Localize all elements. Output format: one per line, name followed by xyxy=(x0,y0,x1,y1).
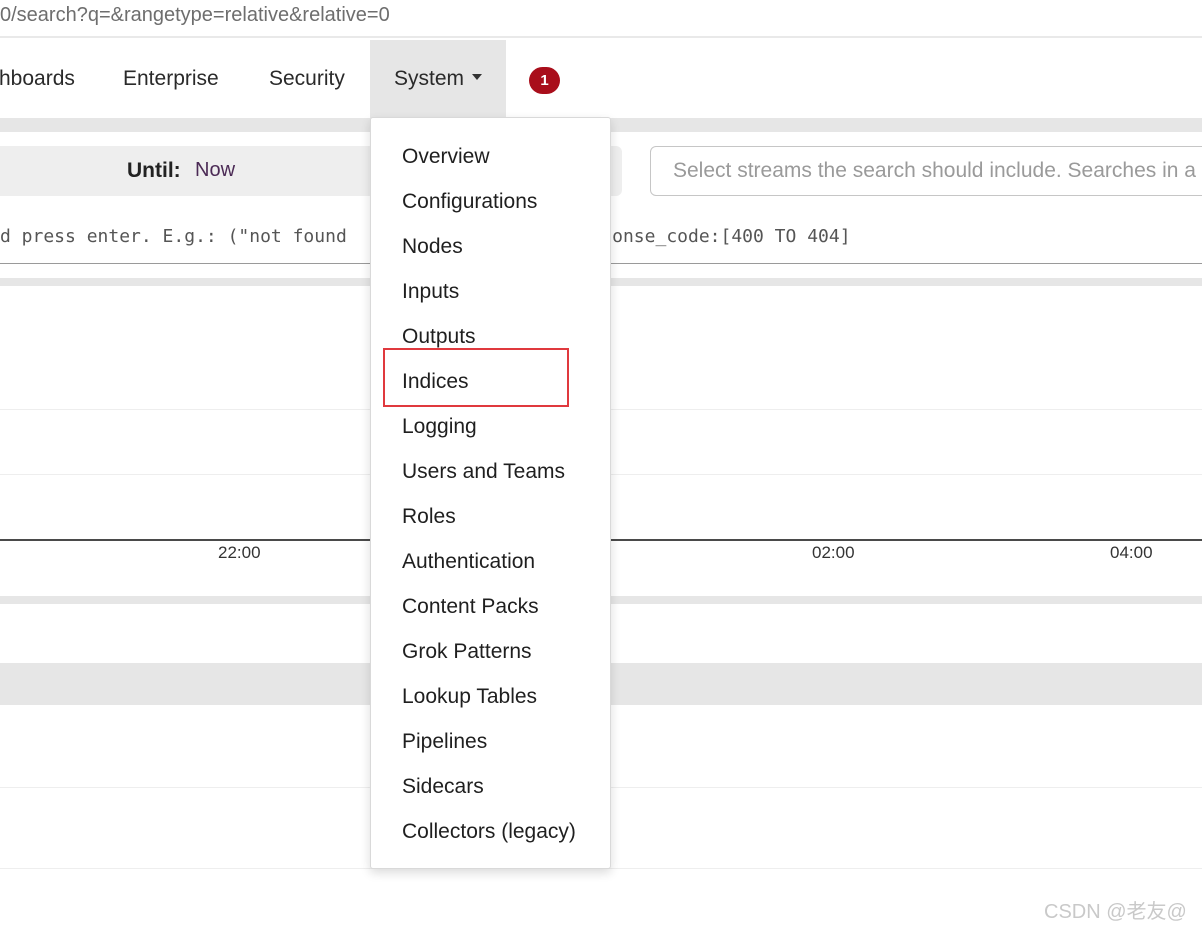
histogram-tick-label: 02:00 xyxy=(812,543,855,562)
top-navigation: hboards Enterprise Security System xyxy=(0,40,1202,118)
menu-item-pipelines[interactable]: Pipelines xyxy=(402,728,487,756)
nav-system-dropdown[interactable]: System xyxy=(370,40,506,118)
histogram-tick-label: 04:00 xyxy=(1110,543,1153,562)
menu-item-lookup-tables[interactable]: Lookup Tables xyxy=(402,683,537,711)
histogram-tick-label: 22:00 xyxy=(218,543,261,562)
until-label: Until: xyxy=(127,159,181,182)
menu-item-authentication[interactable]: Authentication xyxy=(402,548,535,576)
menu-item-grok-patterns[interactable]: Grok Patterns xyxy=(402,638,532,666)
menu-item-logging[interactable]: Logging xyxy=(402,413,477,441)
menu-item-configurations[interactable]: Configurations xyxy=(402,188,537,216)
indices-highlight-box xyxy=(383,348,569,407)
notification-badge[interactable]: 1 xyxy=(529,67,560,94)
watermark-text: CSDN @老友@ xyxy=(1044,901,1187,923)
nav-system-label: System xyxy=(393,67,464,90)
nav-enterprise[interactable]: Enterprise xyxy=(123,40,219,118)
menu-item-nodes[interactable]: Nodes xyxy=(402,233,463,261)
menu-item-inputs[interactable]: Inputs xyxy=(402,278,459,306)
url-text: 0/search?q=&rangetype=relative&relative=… xyxy=(0,4,390,26)
until-value: Now xyxy=(195,159,236,181)
menu-item-roles[interactable]: Roles xyxy=(402,503,456,531)
caret-down-icon xyxy=(472,74,482,81)
menu-item-overview[interactable]: Overview xyxy=(402,143,490,171)
menu-item-content-packs[interactable]: Content Packs xyxy=(402,593,539,621)
menu-item-collectors-legacy[interactable]: Collectors (legacy) xyxy=(402,818,576,846)
menu-item-sidecars[interactable]: Sidecars xyxy=(402,773,484,801)
url-bar[interactable]: 0/search?q=&rangetype=relative&relative=… xyxy=(0,0,1202,38)
stream-selector-input[interactable]: Select streams the search should include… xyxy=(650,146,1202,196)
system-dropdown-menu: Overview Configurations Nodes Inputs Out… xyxy=(370,117,611,869)
query-hint-right: response_code:[400 TO 404] xyxy=(568,226,851,247)
nav-dashboards[interactable]: hboards xyxy=(0,40,75,118)
nav-security[interactable]: Security xyxy=(269,40,345,118)
stream-selector-placeholder: Select streams the search should include… xyxy=(673,159,1196,182)
menu-item-users-and-teams[interactable]: Users and Teams xyxy=(402,458,565,486)
menu-item-outputs[interactable]: Outputs xyxy=(402,323,476,351)
query-hint-left: d press enter. E.g.: ("not found xyxy=(0,226,347,247)
